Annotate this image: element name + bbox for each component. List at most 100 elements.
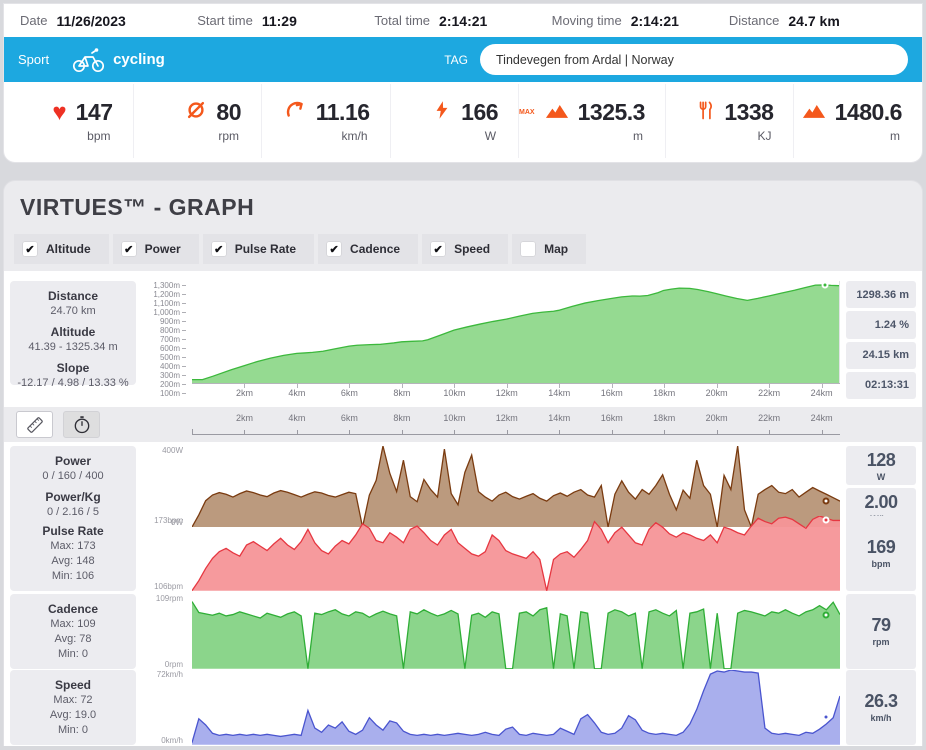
checkbox-altitude[interactable]: ✔: [22, 241, 38, 257]
pulse-chart[interactable]: [192, 516, 840, 591]
clock-icon: [72, 415, 92, 435]
pulse-avg: Avg: 148: [14, 554, 132, 569]
field-moving-time: Moving time 2:14:21: [552, 13, 729, 29]
tag-label: TAG: [444, 53, 468, 67]
altitude-info-box: Distance 24.70 km Altitude 41.39 - 1325.…: [10, 281, 136, 385]
speed-cursor-dot: [822, 714, 829, 721]
graph-card: VIRTUES™ - GRAPH ✔ Altitude ✔ Power ✔ Pu…: [3, 180, 923, 746]
heart-rate-unit: bpm: [87, 129, 112, 143]
cursor-speed: 26.3 km/h: [846, 670, 916, 745]
heart-rate-value: 147: [76, 99, 113, 126]
speed-info-box: Speed Max: 72 Avg: 19.0 Min: 0: [10, 670, 136, 745]
cursor-pulse: 169 bpm: [846, 516, 916, 591]
field-date: Date 11/26/2023: [20, 13, 197, 29]
alt-altitude-value: 41.39 - 1325.34 m: [14, 340, 132, 355]
alt-slope-label: Slope: [14, 360, 132, 376]
distance-mode-button[interactable]: [16, 411, 53, 438]
summary-card: Date 11/26/2023 Start time 11:29 Total t…: [3, 3, 923, 163]
toggle-speed[interactable]: ✔ Speed: [422, 234, 508, 264]
cursor-altitude: 1298.36 m: [846, 281, 916, 308]
elevation-gain-icon: [802, 102, 826, 124]
page: Date 11/26/2023 Start time 11:29 Total t…: [0, 0, 926, 746]
power-row: Power 0 / 160 / 400 Power/Kg 0 / 2.16 / …: [10, 446, 916, 512]
stat-max-altitude: MAX 1325.3 m: [518, 84, 665, 158]
toggle-speed-label: Speed: [454, 242, 490, 256]
power-kg-title: Power/Kg: [14, 489, 132, 505]
calories-icon: [698, 100, 715, 125]
stat-cadence: 80 rpm: [133, 84, 262, 158]
toggle-power[interactable]: ✔ Power: [113, 234, 199, 264]
power-value: 166: [461, 99, 498, 126]
cadence-min: Min: 0: [14, 647, 132, 662]
power-title: Power: [14, 453, 132, 469]
power-range: 0 / 160 / 400: [14, 469, 132, 484]
shared-x-axis[interactable]: 2km4km6km8km10km12km14km16km18km20km22km…: [192, 411, 840, 438]
tag-group: TAG: [444, 44, 908, 75]
pulse-cursor-dot: [822, 517, 829, 524]
alt-slope-value: -12.17 / 4.98 / 13.33 %: [14, 376, 132, 391]
stat-power: 166 W: [390, 84, 519, 158]
toggle-map-label: Map: [544, 242, 568, 256]
date-label: Date: [20, 13, 47, 28]
tool-buttons: [10, 411, 136, 438]
ruler-icon: [25, 415, 45, 435]
cadence-cursor-dot: [822, 611, 829, 618]
checkbox-map[interactable]: [520, 241, 536, 257]
speed-chart[interactable]: [192, 670, 840, 745]
power-y-axis: 400W 0W: [142, 446, 186, 527]
toggle-map[interactable]: Map: [512, 234, 586, 264]
summary-bar: Date 11/26/2023 Start time 11:29 Total t…: [4, 4, 922, 37]
elevation-gain-value: 1480.6: [835, 99, 902, 126]
toggle-power-label: Power: [145, 242, 181, 256]
cadence-chart[interactable]: [192, 594, 840, 669]
distance-value: 24.7 km: [788, 13, 839, 29]
toggle-pulse-rate[interactable]: ✔ Pulse Rate: [203, 234, 314, 264]
sport-bar: Sport cycling TAG: [4, 37, 922, 82]
power-chart[interactable]: [192, 446, 840, 527]
checkbox-speed[interactable]: ✔: [430, 241, 446, 257]
cadence-value: 80: [216, 99, 241, 126]
stat-elevation-gain: 1480.6 m: [793, 84, 922, 158]
pulse-title: Pulse Rate: [14, 523, 132, 539]
cursor-time: 02:13:31: [846, 372, 916, 399]
stat-heart-rate: ♥ 147 bpm: [4, 84, 133, 158]
speed-min: Min: 0: [14, 723, 132, 738]
altitude-y-axis: 1,300m1,200m1,100m1,000m900m800m700m600m…: [142, 281, 186, 383]
time-mode-button[interactable]: [63, 411, 100, 438]
power-unit: W: [485, 129, 498, 143]
field-total-time: Total time 2:14:21: [374, 13, 551, 29]
heart-icon: ♥: [52, 101, 66, 125]
altitude-cursor-dot: [821, 281, 828, 288]
page-title: VIRTUES™ - GRAPH: [20, 194, 922, 221]
cursor-power: 128 W: [846, 446, 916, 485]
checkbox-cadence[interactable]: ✔: [326, 241, 342, 257]
moving-time-value: 2:14:21: [631, 13, 679, 29]
alt-distance-value: 24.70 km: [14, 304, 132, 319]
speed-unit: km/h: [342, 129, 370, 143]
power-icon: [432, 100, 452, 125]
moving-time-label: Moving time: [552, 13, 622, 28]
max-altitude-icon: [545, 102, 569, 124]
toggle-cadence[interactable]: ✔ Cadence: [318, 234, 418, 264]
altitude-x-axis: 2km4km6km8km10km12km14km16km18km20km22km…: [192, 383, 840, 401]
pulse-row: Pulse Rate Max: 173 Avg: 148 Min: 106 17…: [10, 516, 916, 590]
checkbox-pulse-rate[interactable]: ✔: [211, 241, 227, 257]
cadence-unit: rpm: [218, 129, 241, 143]
altitude-row: Distance 24.70 km Altitude 41.39 - 1325.…: [10, 281, 916, 401]
power-cursor-dot: [822, 498, 829, 505]
alt-distance-label: Distance: [14, 288, 132, 304]
altitude-chart[interactable]: [192, 281, 840, 383]
toggle-altitude[interactable]: ✔ Altitude: [14, 234, 109, 264]
stat-speed: 11.16 km/h: [261, 84, 390, 158]
power-cursor-values: 128 W 2.00 W/kg: [846, 446, 916, 527]
start-time-value: 11:29: [262, 13, 297, 29]
checkbox-power[interactable]: ✔: [121, 241, 137, 257]
elevation-gain-unit: m: [890, 129, 902, 143]
tag-input[interactable]: [480, 44, 908, 75]
field-distance: Distance 24.7 km: [729, 13, 906, 29]
stat-calories: 1338 KJ: [665, 84, 794, 158]
altitude-cursor-values: 1298.36 m 1.24 % 24.15 km 02:13:31: [846, 281, 916, 399]
toggle-altitude-label: Altitude: [46, 242, 91, 256]
total-time-value: 2:14:21: [439, 13, 487, 29]
sport-label: Sport: [18, 52, 49, 67]
